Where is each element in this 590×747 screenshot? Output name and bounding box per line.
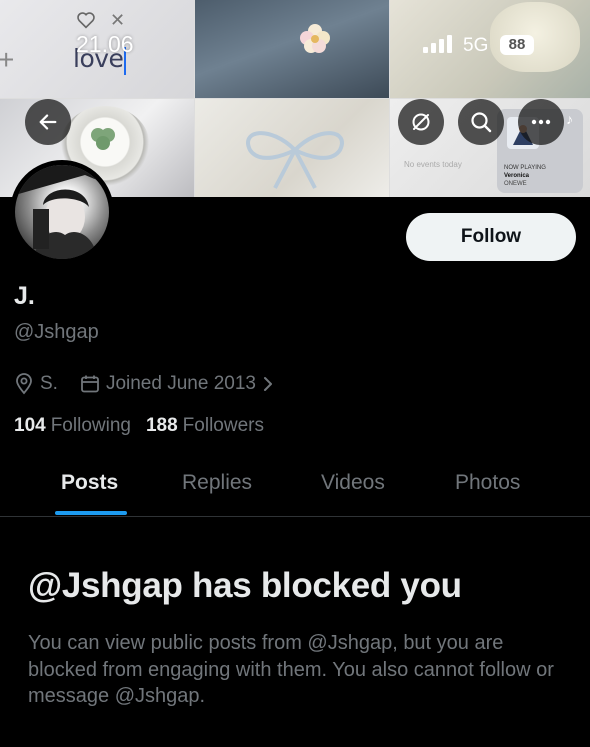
sync-off-icon xyxy=(412,113,430,131)
search-button[interactable] xyxy=(458,99,504,145)
more-icon xyxy=(531,119,551,125)
chevron-right-icon[interactable] xyxy=(262,376,274,392)
music-note-icon: ♪ xyxy=(566,111,573,127)
location-text: S. xyxy=(40,373,58,394)
close-icon: ✕ xyxy=(110,10,126,30)
calendar-icon xyxy=(80,374,100,394)
blocked-description: You can view public posts from @Jshgap, … xyxy=(28,632,554,707)
battery-indicator: 88 xyxy=(500,35,534,55)
avatar-photo xyxy=(15,165,109,259)
now-playing-artist: ONEWE xyxy=(504,181,527,187)
banner-tile-denim xyxy=(195,0,389,98)
followers-count: 188 xyxy=(145,415,178,436)
profile-meta: S. Joined June 2013 xyxy=(14,372,274,396)
user-handle: @Jshgap xyxy=(14,321,99,343)
now-playing-title: Veronica xyxy=(504,173,530,179)
clover-decoration xyxy=(91,128,115,150)
active-tab-indicator xyxy=(55,511,127,515)
arrow-left-icon xyxy=(39,114,57,130)
calendar-widget-text: No events today xyxy=(404,160,462,169)
flower-decoration xyxy=(300,24,330,53)
search-icon xyxy=(471,112,492,133)
signal-icon xyxy=(423,35,452,53)
follow-button[interactable]: Follow xyxy=(406,213,576,261)
status-time: 21.06 xyxy=(76,31,134,57)
tab-replies[interactable]: Replies xyxy=(182,471,252,495)
tab-videos[interactable]: Videos xyxy=(321,471,385,495)
more-button[interactable] xyxy=(518,99,564,145)
following-link[interactable]: 104 Following xyxy=(14,415,131,437)
now-playing-label: NOW PLAYING xyxy=(504,165,546,171)
ribbon-decoration xyxy=(246,131,344,189)
following-label: Following xyxy=(50,415,131,436)
display-name: J. xyxy=(14,282,35,310)
tab-photos[interactable]: Photos xyxy=(455,471,520,495)
heart-icon xyxy=(77,12,95,29)
follow-counts: 104 Following 188 Followers xyxy=(14,415,264,437)
following-count: 104 xyxy=(14,415,46,436)
network-type: 5G xyxy=(463,35,489,56)
followers-link[interactable]: 188 Followers xyxy=(146,415,264,437)
joined-date[interactable]: Joined June 2013 xyxy=(106,373,256,395)
sync-button[interactable] xyxy=(398,99,444,145)
plus-icon: + xyxy=(0,44,15,75)
blocked-title: @Jshgap has blocked you xyxy=(28,566,462,605)
followers-label: Followers xyxy=(182,415,264,436)
profile-tabs: Posts Replies Videos Photos xyxy=(0,463,590,517)
location-pin-icon xyxy=(14,373,34,395)
tab-posts[interactable]: Posts xyxy=(61,471,118,495)
profile-avatar[interactable] xyxy=(10,160,114,264)
back-button[interactable] xyxy=(25,99,71,145)
